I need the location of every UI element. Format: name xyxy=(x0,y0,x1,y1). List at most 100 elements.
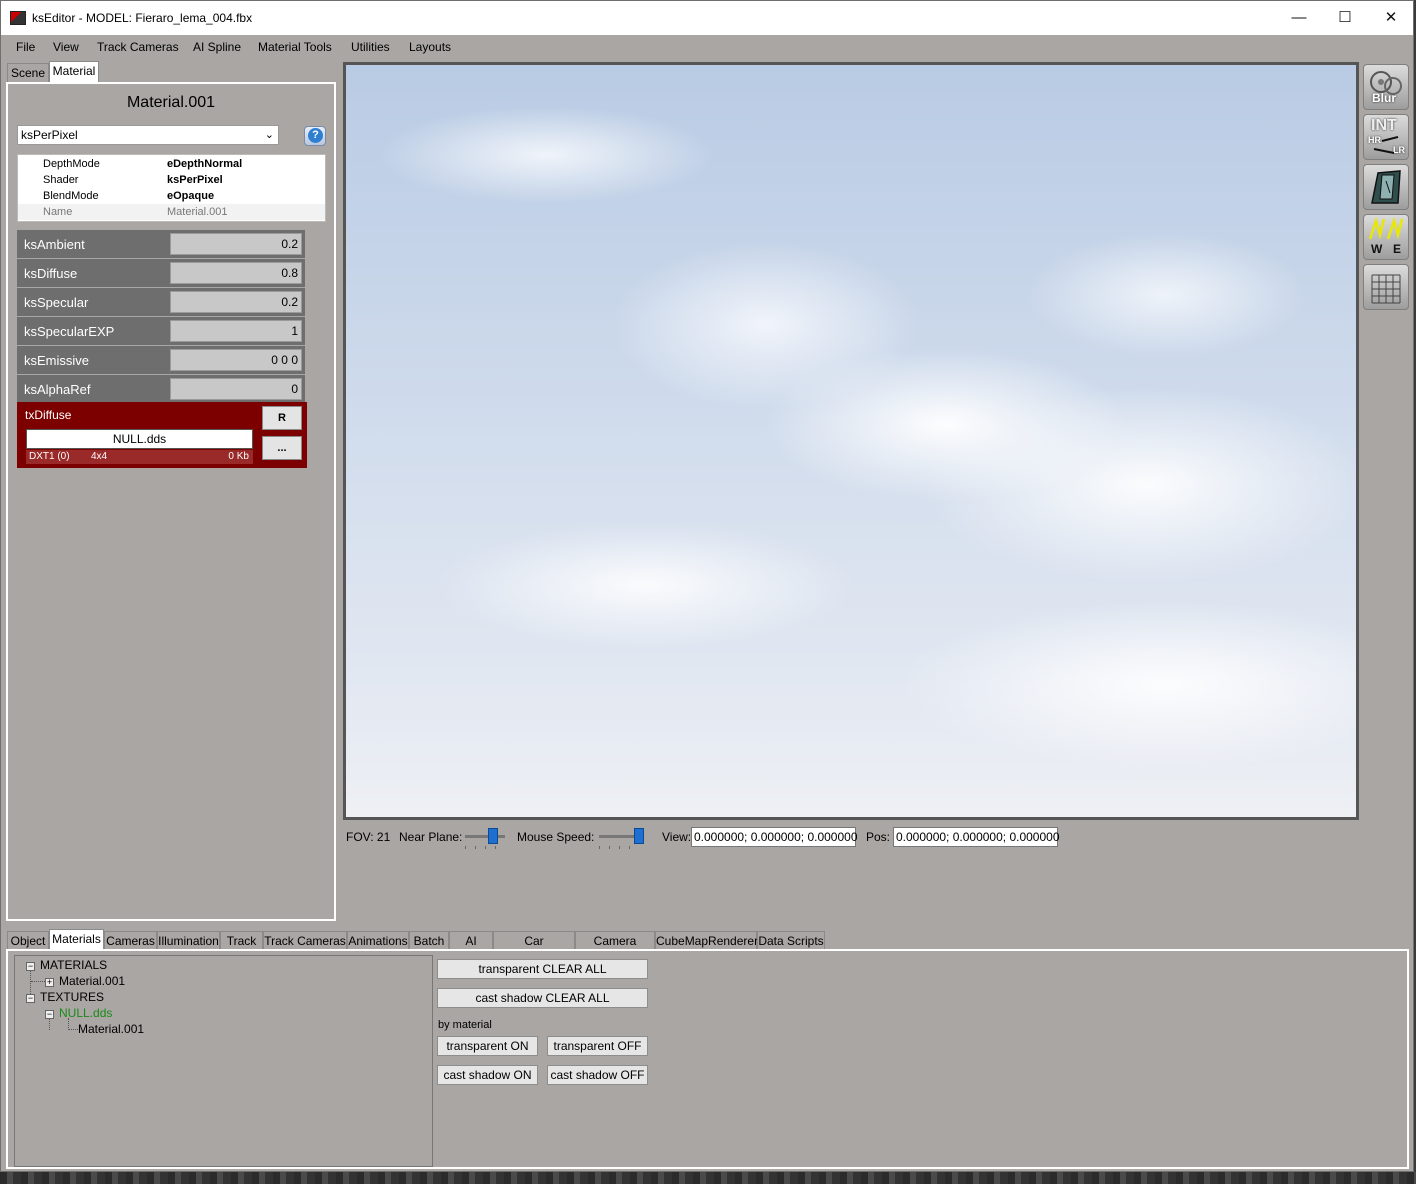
slider-thumb[interactable] xyxy=(488,828,498,844)
property-row[interactable]: Name Material.001 xyxy=(18,204,325,220)
tree-connector xyxy=(49,1018,50,1030)
blur-button[interactable]: Blur xyxy=(1363,64,1409,110)
int-hr-lr-icon xyxy=(1373,136,1399,154)
tab-materials[interactable]: Materials xyxy=(49,929,104,951)
tab-ai[interactable]: AI xyxy=(449,931,493,951)
minimize-button[interactable]: — xyxy=(1276,1,1322,35)
param-label: ksDiffuse xyxy=(24,266,78,281)
app-icon xyxy=(10,11,26,25)
tree-node-textures[interactable]: TEXTURES xyxy=(40,990,104,1004)
texture-reset-button[interactable]: R xyxy=(262,406,302,430)
transparent-on-button[interactable]: transparent ON xyxy=(437,1036,538,1056)
expand-icon[interactable]: + xyxy=(45,978,54,987)
grid-icon xyxy=(1371,274,1401,304)
tab-cubemaprenderer[interactable]: CubeMapRenderer xyxy=(655,931,758,951)
property-row[interactable]: BlendMode eOpaque xyxy=(18,188,325,204)
sky-background xyxy=(346,65,1356,817)
property-value: Material.001 xyxy=(167,206,228,218)
param-value-input[interactable]: 0.8 xyxy=(170,262,302,284)
wheels-we-button[interactable]: W E xyxy=(1363,214,1409,260)
shader-dropdown[interactable]: ksPerPixel ⌄ xyxy=(17,125,279,145)
texture-format: DXT1 (0) xyxy=(29,451,70,462)
tree-node-texture-material[interactable]: Material.001 xyxy=(78,1022,144,1036)
tab-material[interactable]: Material xyxy=(49,61,99,83)
tab-data-scripts[interactable]: Data Scripts xyxy=(757,931,825,951)
near-plane-slider[interactable] xyxy=(465,828,509,849)
app-window: ksEditor - MODEL: Fieraro_lema_004.fbx —… xyxy=(0,0,1414,1172)
transparent-off-button[interactable]: transparent OFF xyxy=(547,1036,648,1056)
collapse-icon[interactable]: − xyxy=(45,1010,54,1019)
texture-dimensions: 4x4 xyxy=(91,451,108,462)
param-value-input[interactable]: 1 xyxy=(170,320,302,342)
property-row[interactable]: DepthMode eDepthNormal xyxy=(18,156,325,172)
menu-layouts[interactable]: Layouts xyxy=(409,40,451,54)
tree-node-material[interactable]: Material.001 xyxy=(59,974,125,988)
tab-camera-spline[interactable]: Camera Spline xyxy=(575,931,655,967)
param-label: ksSpecularEXP xyxy=(24,324,115,339)
transparent-clear-all-button[interactable]: transparent CLEAR ALL xyxy=(437,959,648,979)
slider-thumb[interactable] xyxy=(634,828,644,844)
texture-browse-button[interactable]: ... xyxy=(262,436,302,460)
materials-tree[interactable]: − MATERIALS + Material.001 − TEXTURES − … xyxy=(14,955,433,1167)
mouse-speed-label: Mouse Speed: xyxy=(517,830,595,844)
tab-illumination[interactable]: Illumination xyxy=(157,931,220,951)
property-row[interactable]: Shader ksPerPixel xyxy=(18,172,325,188)
cast-shadow-off-button[interactable]: cast shadow OFF xyxy=(547,1065,648,1085)
tab-batch[interactable]: Batch xyxy=(409,931,449,951)
cast-shadow-on-button[interactable]: cast shadow ON xyxy=(437,1065,538,1085)
view-coordinates-field[interactable]: 0.000000; 0.000000; 0.000000 xyxy=(691,827,858,847)
blur-label: Blur xyxy=(1372,91,1396,105)
camera-status-bar: FOV: 21 Near Plane: Mouse Speed: View: 0… xyxy=(346,827,1066,849)
param-value-input[interactable]: 0 xyxy=(170,378,302,400)
slider-track xyxy=(465,835,505,838)
menu-track-cameras[interactable]: Track Cameras xyxy=(97,40,179,54)
slider-ticks xyxy=(599,846,639,849)
tab-scene[interactable]: Scene xyxy=(7,63,49,83)
param-value-input[interactable]: 0.2 xyxy=(170,291,302,313)
tab-track-cameras[interactable]: Track Cameras xyxy=(263,931,347,951)
mouse-speed-slider[interactable] xyxy=(599,828,644,849)
materials-panel: − MATERIALS + Material.001 − TEXTURES − … xyxy=(6,949,1409,1169)
shader-dropdown-value: ksPerPixel xyxy=(21,128,78,142)
param-label: ksEmissive xyxy=(24,353,90,368)
tab-animations[interactable]: Animations xyxy=(347,931,409,951)
property-value: eDepthNormal xyxy=(167,158,243,170)
param-value-input[interactable]: 0 0 0 xyxy=(170,349,302,371)
desktop-background xyxy=(0,1172,1416,1184)
maximize-button[interactable]: ☐ xyxy=(1322,1,1368,35)
help-button[interactable]: ? xyxy=(304,126,326,146)
tab-track[interactable]: Track xyxy=(220,931,263,951)
int-hr-lr-button[interactable]: INT HR LR xyxy=(1363,114,1409,160)
view-label: View: xyxy=(662,830,692,844)
menu-view[interactable]: View xyxy=(53,40,79,54)
menu-material-tools[interactable]: Material Tools xyxy=(258,40,332,54)
param-ksspecularexp: ksSpecularEXP 1 xyxy=(17,317,305,345)
pos-coordinates-field[interactable]: 0.000000; 0.000000; 0.000000 xyxy=(893,827,1060,847)
param-ksambient: ksAmbient 0.2 xyxy=(17,230,305,258)
menu-bar: File View Track Cameras AI Spline Materi… xyxy=(1,35,1413,59)
property-key: Shader xyxy=(43,174,79,186)
texture-filesize: 0 Kb xyxy=(228,451,249,462)
param-value-input[interactable]: 0.2 xyxy=(170,233,302,255)
collapse-icon[interactable]: − xyxy=(26,962,35,971)
3d-viewport[interactable] xyxy=(343,62,1359,820)
texture-file-field[interactable]: NULL.dds xyxy=(26,429,253,449)
window-title: ksEditor - MODEL: Fieraro_lema_004.fbx xyxy=(32,11,253,25)
menu-utilities[interactable]: Utilities xyxy=(351,40,390,54)
tab-object[interactable]: Object xyxy=(7,931,49,951)
menu-ai-spline[interactable]: AI Spline xyxy=(193,40,241,54)
menu-file[interactable]: File xyxy=(16,40,35,54)
w-label: W xyxy=(1371,242,1383,256)
grid-button[interactable] xyxy=(1363,264,1409,310)
tree-node-materials[interactable]: MATERIALS xyxy=(40,958,107,972)
tab-cameras[interactable]: Cameras xyxy=(104,931,157,951)
material-title: Material.001 xyxy=(126,94,216,111)
close-button[interactable]: ✕ xyxy=(1368,1,1414,35)
collapse-icon[interactable]: − xyxy=(26,994,35,1003)
e-label: E xyxy=(1393,242,1402,256)
tab-car-animations[interactable]: Car Animations xyxy=(493,931,575,967)
cast-shadow-clear-all-button[interactable]: cast shadow CLEAR ALL xyxy=(437,988,648,1008)
tree-node-texture[interactable]: NULL.dds xyxy=(59,1006,112,1020)
car-body-button[interactable] xyxy=(1363,164,1409,210)
help-icon: ? xyxy=(308,128,323,143)
